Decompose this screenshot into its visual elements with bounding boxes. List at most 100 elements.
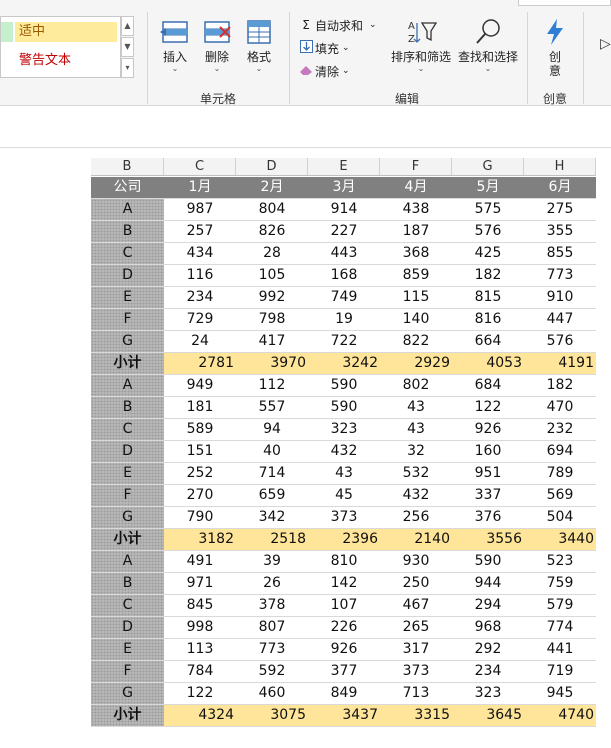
value-cell[interactable]: 816 <box>452 309 524 330</box>
row-label-cell[interactable]: A <box>91 375 164 396</box>
value-cell[interactable]: 951 <box>452 463 524 484</box>
value-cell[interactable]: 998 <box>164 617 236 638</box>
row-label-cell[interactable]: B <box>91 573 164 594</box>
value-cell[interactable]: 122 <box>164 683 236 704</box>
value-cell[interactable]: 719 <box>524 661 596 682</box>
style-neutral[interactable]: 适中 <box>15 22 117 42</box>
value-cell[interactable]: 2月 <box>236 177 308 198</box>
value-cell[interactable]: 4191 <box>524 353 596 374</box>
value-cell[interactable]: 5月 <box>452 177 524 198</box>
value-cell[interactable]: 105 <box>236 265 308 286</box>
value-cell[interactable]: 94 <box>236 419 308 440</box>
value-cell[interactable]: 250 <box>380 573 452 594</box>
value-cell[interactable]: 590 <box>452 551 524 572</box>
value-cell[interactable]: 467 <box>380 595 452 616</box>
value-cell[interactable]: 523 <box>524 551 596 572</box>
value-cell[interactable]: 2518 <box>236 529 308 550</box>
value-cell[interactable]: 355 <box>524 221 596 242</box>
row-label-cell[interactable]: B <box>91 221 164 242</box>
value-cell[interactable]: 949 <box>164 375 236 396</box>
value-cell[interactable]: 6月 <box>524 177 596 198</box>
row-label-cell[interactable]: G <box>91 331 164 352</box>
value-cell[interactable]: 579 <box>524 595 596 616</box>
value-cell[interactable]: 187 <box>380 221 452 242</box>
value-cell[interactable]: 107 <box>308 595 380 616</box>
value-cell[interactable]: 140 <box>380 309 452 330</box>
value-cell[interactable]: 575 <box>452 199 524 220</box>
value-cell[interactable]: 373 <box>308 507 380 528</box>
value-cell[interactable]: 576 <box>524 331 596 352</box>
delete-button[interactable]: 删除 ⌄ <box>198 18 236 74</box>
value-cell[interactable]: 722 <box>308 331 380 352</box>
column-header-e[interactable]: E <box>308 158 380 176</box>
value-cell[interactable]: 855 <box>524 243 596 264</box>
column-header-h[interactable]: H <box>524 158 596 176</box>
value-cell[interactable]: 470 <box>524 397 596 418</box>
value-cell[interactable]: 441 <box>524 639 596 660</box>
value-cell[interactable]: 234 <box>452 661 524 682</box>
row-label-cell[interactable]: C <box>91 595 164 616</box>
row-label-cell[interactable]: D <box>91 617 164 638</box>
value-cell[interactable]: 142 <box>308 573 380 594</box>
value-cell[interactable]: 930 <box>380 551 452 572</box>
value-cell[interactable]: 181 <box>164 397 236 418</box>
value-cell[interactable]: 802 <box>380 375 452 396</box>
row-label-cell[interactable]: A <box>91 199 164 220</box>
row-label-cell[interactable]: A <box>91 551 164 572</box>
value-cell[interactable]: 432 <box>308 441 380 462</box>
value-cell[interactable]: 773 <box>236 639 308 660</box>
row-label-cell[interactable]: F <box>91 485 164 506</box>
value-cell[interactable]: 3182 <box>164 529 236 550</box>
row-label-cell[interactable]: G <box>91 507 164 528</box>
value-cell[interactable]: 532 <box>380 463 452 484</box>
value-cell[interactable]: 425 <box>452 243 524 264</box>
value-cell[interactable]: 182 <box>524 375 596 396</box>
value-cell[interactable]: 373 <box>380 661 452 682</box>
styles-scroll-up-button[interactable]: ▲ <box>121 16 134 36</box>
value-cell[interactable]: 168 <box>308 265 380 286</box>
value-cell[interactable]: 2929 <box>380 353 452 374</box>
value-cell[interactable]: 447 <box>524 309 596 330</box>
value-cell[interactable]: 926 <box>452 419 524 440</box>
value-cell[interactable]: 294 <box>452 595 524 616</box>
value-cell[interactable]: 807 <box>236 617 308 638</box>
find-select-button[interactable]: 查找和选择 ⌄ <box>455 18 521 74</box>
worksheet-grid[interactable]: BCDEFGH 公司 1月 2月 3月 4月 5月 6月 A 987 804 914 438 575 27… <box>0 148 611 748</box>
value-cell[interactable]: 39 <box>236 551 308 572</box>
value-cell[interactable]: 914 <box>308 199 380 220</box>
row-label-cell[interactable]: F <box>91 661 164 682</box>
value-cell[interactable]: 443 <box>308 243 380 264</box>
value-cell[interactable]: 19 <box>308 309 380 330</box>
value-cell[interactable]: 4053 <box>452 353 524 374</box>
value-cell[interactable]: 3437 <box>308 705 380 726</box>
value-cell[interactable]: 1月 <box>164 177 236 198</box>
row-label-cell[interactable]: C <box>91 419 164 440</box>
row-label-cell[interactable]: B <box>91 397 164 418</box>
value-cell[interactable]: 3970 <box>236 353 308 374</box>
fill-button[interactable]: 填充 ⌄ <box>297 39 350 57</box>
row-label-cell[interactable]: D <box>91 441 164 462</box>
value-cell[interactable]: 337 <box>452 485 524 506</box>
styles-scroll-down-button[interactable]: ▼ <box>121 37 134 57</box>
value-cell[interactable]: 3556 <box>452 529 524 550</box>
value-cell[interactable]: 971 <box>164 573 236 594</box>
value-cell[interactable]: 256 <box>380 507 452 528</box>
column-header-c[interactable]: C <box>164 158 236 176</box>
value-cell[interactable]: 226 <box>308 617 380 638</box>
value-cell[interactable]: 376 <box>452 507 524 528</box>
value-cell[interactable]: 112 <box>236 375 308 396</box>
value-cell[interactable]: 504 <box>524 507 596 528</box>
value-cell[interactable]: 849 <box>308 683 380 704</box>
value-cell[interactable]: 804 <box>236 199 308 220</box>
value-cell[interactable]: 182 <box>452 265 524 286</box>
row-label-cell[interactable]: E <box>91 639 164 660</box>
value-cell[interactable]: 43 <box>380 419 452 440</box>
value-cell[interactable]: 323 <box>308 419 380 440</box>
value-cell[interactable]: 460 <box>236 683 308 704</box>
value-cell[interactable]: 590 <box>308 397 380 418</box>
value-cell[interactable]: 774 <box>524 617 596 638</box>
value-cell[interactable]: 232 <box>524 419 596 440</box>
value-cell[interactable]: 317 <box>380 639 452 660</box>
value-cell[interactable]: 822 <box>380 331 452 352</box>
value-cell[interactable]: 292 <box>452 639 524 660</box>
